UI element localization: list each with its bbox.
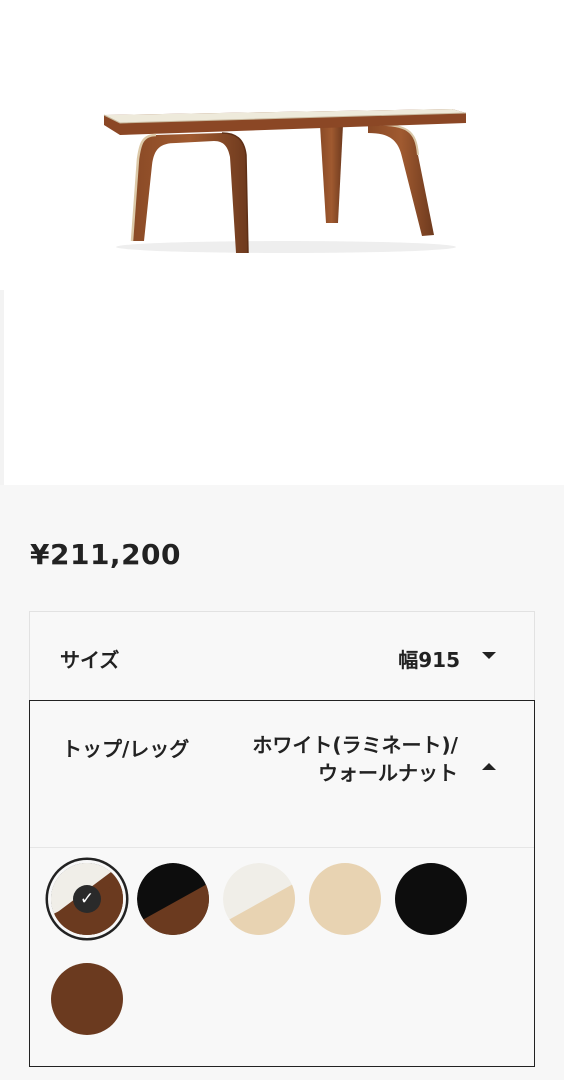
size-selector[interactable]: サイズ 幅915 <box>29 611 535 701</box>
swatch-white-ash-fill <box>223 863 295 935</box>
swatch-black-walnut-fill <box>137 863 209 935</box>
size-label: サイズ <box>60 648 120 672</box>
chevron-up-icon[interactable] <box>482 763 496 770</box>
color-value: ホワイト(ラミネート)/ウォールナット <box>252 733 458 785</box>
swatch-black-walnut[interactable] <box>137 863 209 935</box>
divider <box>30 847 534 848</box>
swatch-white-ash[interactable] <box>223 863 295 935</box>
image-edge <box>0 290 4 485</box>
product-image-area <box>0 0 564 485</box>
product-image-table[interactable] <box>96 95 476 265</box>
swatch-white-laminate-walnut[interactable]: ✓ <box>51 863 123 935</box>
product-price: ¥211,200 <box>30 538 182 571</box>
swatch-black[interactable] <box>395 863 467 935</box>
swatch-ash[interactable] <box>309 863 381 935</box>
color-selector[interactable]: トップ/レッグ ホワイト(ラミネート)/ウォールナット ✓ <box>29 700 535 1067</box>
color-label: トップ/レッグ <box>62 737 190 761</box>
check-icon: ✓ <box>73 885 101 913</box>
swatch-walnut[interactable] <box>51 963 123 1035</box>
size-value: 幅915 <box>398 648 460 672</box>
chevron-down-icon[interactable] <box>482 652 496 659</box>
